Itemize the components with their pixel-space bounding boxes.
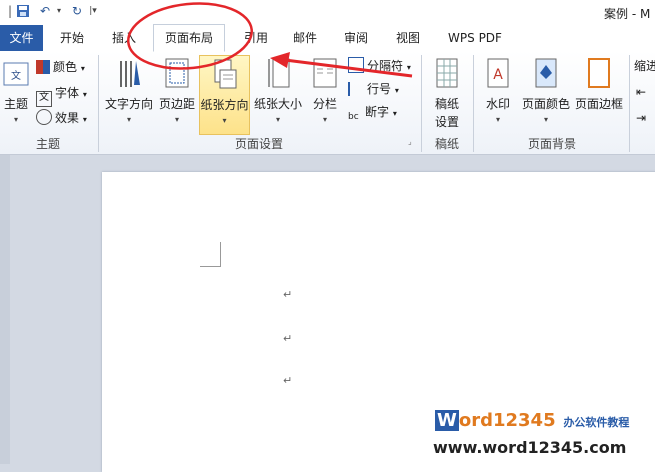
watermark-brand: Word12345 办公软件教程 (435, 410, 630, 431)
annotation-arrowhead (270, 52, 290, 68)
site-watermark: Word12345 办公软件教程 www.word12345.com (431, 408, 655, 464)
annotation-arrow (284, 58, 413, 78)
annotation-overlay (126, 2, 413, 78)
watermark-url: www.word12345.com (433, 438, 627, 457)
tab-page-layout[interactable]: 页面布局 (153, 24, 225, 52)
